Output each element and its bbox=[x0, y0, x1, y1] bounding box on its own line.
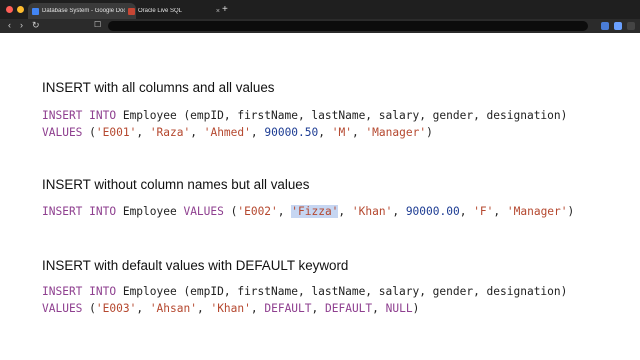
code-token: , bbox=[136, 302, 150, 315]
code-token: Employee bbox=[116, 205, 184, 218]
tab-close-icon[interactable]: × bbox=[216, 8, 220, 15]
code-token: 'M' bbox=[331, 126, 352, 139]
code-token: 'E002' bbox=[237, 205, 278, 218]
code-token: , bbox=[250, 302, 265, 315]
browser-tab-bar: Database System - Google Docs × Oracle L… bbox=[0, 0, 640, 19]
code-token: 'F' bbox=[473, 205, 494, 218]
code-token: , bbox=[372, 302, 386, 315]
code-token: , bbox=[392, 205, 406, 218]
code-token: DEFAULT bbox=[325, 302, 373, 315]
code-token: , bbox=[338, 205, 352, 218]
code-token: ( bbox=[82, 126, 96, 139]
code-line: VALUES ('E003', 'Ahsan', 'Khan', DEFAULT… bbox=[42, 300, 567, 317]
code-line: INSERT INTO Employee (empID, firstName, … bbox=[42, 107, 567, 124]
code-token: 'E003' bbox=[95, 302, 137, 315]
code-token: 'Ahmed' bbox=[203, 126, 251, 139]
tab-google-docs[interactable]: Database System - Google Docs × bbox=[28, 3, 136, 19]
close-window-icon[interactable] bbox=[6, 6, 13, 13]
code-token: , bbox=[493, 205, 507, 218]
code-token: 90000.50 bbox=[264, 126, 319, 139]
sql-code-block: INSERT INTO Employee VALUES ('E002', 'Fi… bbox=[42, 203, 574, 220]
minimize-window-icon[interactable] bbox=[17, 6, 24, 13]
code-token: , bbox=[136, 126, 150, 139]
sql-code-block: INSERT INTO Employee (empID, firstName, … bbox=[42, 107, 567, 141]
code-line: INSERT INTO Employee (empID, firstName, … bbox=[42, 283, 567, 300]
new-tab-button[interactable]: + bbox=[222, 4, 228, 15]
code-token: , bbox=[311, 302, 325, 315]
profile-icon[interactable] bbox=[614, 22, 622, 30]
code-token: 'Manager' bbox=[365, 126, 427, 139]
section-heading: INSERT with all columns and all values bbox=[42, 80, 275, 95]
address-bar[interactable] bbox=[108, 21, 588, 31]
code-token: Employee (empID, firstName, lastName, sa… bbox=[116, 285, 568, 298]
menu-icon[interactable] bbox=[627, 22, 635, 30]
code-token: , bbox=[351, 126, 366, 139]
docs-favicon-icon bbox=[32, 7, 39, 15]
code-token: 90000.00 bbox=[405, 205, 460, 218]
code-line: VALUES ('E001', 'Raza', 'Ahmed', 90000.5… bbox=[42, 124, 567, 141]
code-token: ) bbox=[567, 205, 575, 218]
document-page: INSERT with all columns and all values I… bbox=[0, 33, 640, 360]
code-token: 'Fizza' bbox=[291, 205, 339, 218]
code-line: INSERT INTO Employee VALUES ('E002', 'Fi… bbox=[42, 203, 574, 220]
code-token: , bbox=[190, 126, 204, 139]
code-token: ) bbox=[426, 126, 433, 139]
code-token: 'Raza' bbox=[149, 126, 191, 139]
code-token: VALUES bbox=[42, 302, 83, 315]
tab-oracle-live-sql[interactable]: Oracle Live SQL × bbox=[124, 3, 224, 19]
reload-icon[interactable]: ↻ bbox=[32, 20, 40, 31]
code-token: , bbox=[459, 205, 474, 218]
code-token: Employee (empID, firstName, lastName, sa… bbox=[116, 109, 568, 122]
sql-code-block: INSERT INTO Employee (empID, firstName, … bbox=[42, 283, 567, 317]
code-token: , bbox=[318, 126, 332, 139]
code-token: INSERT INTO bbox=[42, 109, 117, 122]
code-token: , bbox=[250, 126, 265, 139]
code-token: 'Khan' bbox=[351, 205, 393, 218]
code-token: , bbox=[196, 302, 211, 315]
tab-title: Database System - Google Docs bbox=[42, 8, 125, 14]
bookmark-icon[interactable]: ☐ bbox=[94, 20, 101, 29]
section-heading: INSERT with default values with DEFAULT … bbox=[42, 258, 349, 273]
code-token: VALUES bbox=[42, 126, 83, 139]
back-icon[interactable]: ‹ bbox=[8, 20, 11, 30]
forward-icon[interactable]: › bbox=[20, 20, 23, 30]
code-token: 'E001' bbox=[95, 126, 137, 139]
code-token: INSERT INTO bbox=[42, 205, 117, 218]
code-token: INSERT INTO bbox=[42, 285, 117, 298]
section-heading: INSERT without column names but all valu… bbox=[42, 177, 310, 192]
code-token: DEFAULT bbox=[264, 302, 312, 315]
code-token: ( bbox=[82, 302, 96, 315]
code-token: 'Khan' bbox=[210, 302, 251, 315]
oracle-favicon-icon bbox=[128, 7, 135, 15]
code-token: 'Manager' bbox=[506, 205, 568, 218]
code-token: ) bbox=[412, 302, 420, 315]
code-token: 'Ahsan' bbox=[149, 302, 197, 315]
extension-icon[interactable] bbox=[601, 22, 609, 30]
code-token: , bbox=[277, 205, 292, 218]
code-token: ( bbox=[223, 205, 238, 218]
tab-title: Oracle Live SQL bbox=[138, 8, 183, 14]
address-toolbar: ‹ › ↻ ☐ bbox=[0, 19, 640, 33]
code-token: VALUES bbox=[183, 205, 224, 218]
code-token: NULL bbox=[385, 302, 413, 315]
